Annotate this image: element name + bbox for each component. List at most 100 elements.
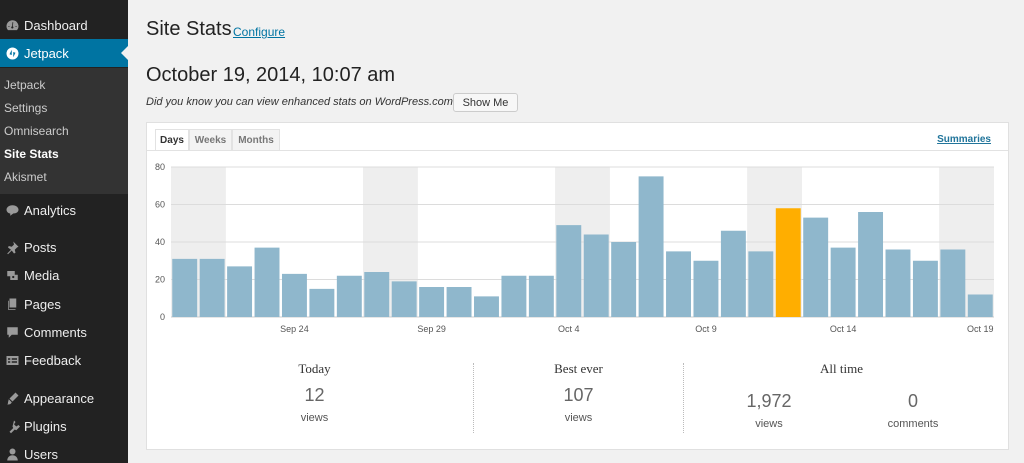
submenu-settings[interactable]: Settings: [4, 101, 47, 115]
menu-feedback[interactable]: Feedback: [0, 346, 128, 374]
submenu-jetpack[interactable]: Jetpack: [4, 78, 45, 92]
chart-bar: [528, 275, 554, 317]
today-label: Today: [298, 361, 331, 376]
menu-analytics[interactable]: Analytics: [0, 196, 128, 224]
analytics-icon: [0, 203, 24, 218]
chart-bar: [940, 249, 966, 317]
all-time-comments: 0 comments: [858, 383, 968, 430]
menu-users[interactable]: Users: [0, 440, 128, 463]
summary-best: Best ever 107 views: [511, 361, 646, 424]
submenu-site-stats[interactable]: Site Stats: [4, 147, 59, 161]
chart-bar: [199, 258, 225, 317]
x-tick-label: Oct 14: [830, 324, 857, 334]
x-tick-label: Sep 29: [417, 324, 446, 334]
chart-bar: [556, 225, 582, 317]
menu-label: Feedback: [24, 352, 82, 368]
date-heading: October 19, 2014, 10:07 am: [146, 64, 396, 86]
chart-bar: [281, 273, 307, 317]
menu-label: Plugins: [24, 418, 67, 434]
chart-bar: [419, 287, 445, 317]
chart-bar: [858, 212, 884, 317]
menu-media[interactable]: Media: [0, 261, 128, 289]
x-tick-label: Oct 4: [558, 324, 580, 334]
summary-all-time: All time: [774, 361, 909, 377]
all-time-views: 1,972 views: [714, 383, 824, 430]
show-me-button[interactable]: Show Me: [453, 93, 518, 112]
chart-bar: [666, 251, 691, 317]
dashboard-icon: [0, 18, 24, 33]
jetpack-submenu: Jetpack Settings Omnisearch Site Stats A…: [0, 68, 128, 194]
views-chart: 0 20 40 60 80 Sep 24 Sep 29 Oct 4 Oct 9 Oct 14 Oct…: [155, 162, 994, 334]
menu-dashboard[interactable]: Dashboard: [0, 11, 128, 39]
active-indicator: [121, 46, 128, 60]
chart-bar: [611, 242, 637, 317]
y-tick-label: 20: [155, 275, 165, 285]
chart-bar: [391, 281, 417, 317]
chart-bar: [227, 266, 253, 317]
chart-bar: [474, 296, 499, 317]
best-label: Best ever: [554, 361, 603, 376]
y-tick-label: 60: [155, 200, 165, 210]
menu-label: Appearance: [24, 390, 95, 406]
best-value: 107: [563, 385, 594, 405]
tab-days[interactable]: Days: [155, 129, 189, 151]
all-time-label: All time: [820, 361, 863, 376]
menu-posts[interactable]: Posts: [0, 233, 128, 261]
menu-label: Dashboard: [24, 17, 88, 33]
menu-label: Comments: [24, 324, 87, 340]
summaries-link[interactable]: Summaries: [937, 134, 991, 145]
promo-text: Did you know you can view enhanced stats…: [146, 96, 460, 108]
y-tick-label: 40: [155, 237, 165, 247]
today-unit: views: [300, 412, 329, 424]
tab-weeks[interactable]: Weeks: [189, 129, 232, 151]
chart-bar: [172, 258, 198, 317]
chart-bar: [803, 217, 829, 317]
menu-appearance[interactable]: Appearance: [0, 384, 128, 412]
all-time-comments-value: 0: [907, 391, 918, 411]
menu-label: Users: [24, 446, 58, 462]
menu-label: Posts: [24, 239, 57, 255]
summary-today: Today 12 views: [247, 361, 382, 424]
admin-sidebar: Dashboard Jetpack Jetpack Settings Omnis…: [0, 0, 128, 463]
chart-bar: [638, 176, 664, 317]
feedback-icon: [0, 353, 24, 368]
chart-bar: [912, 260, 938, 317]
menu-label: Analytics: [24, 202, 77, 218]
menu-pages[interactable]: Pages: [0, 290, 128, 318]
menu-label: Media: [24, 267, 60, 283]
chart-bar: [501, 275, 527, 317]
all-time-views-value: 1,972: [746, 391, 792, 411]
submenu-omnisearch[interactable]: Omnisearch: [4, 124, 69, 138]
chart-bar: [967, 294, 993, 317]
menu-plugins[interactable]: Plugins: [0, 412, 128, 440]
summary-divider: [683, 363, 684, 433]
chart-bar: [830, 247, 856, 317]
configure-link[interactable]: Configure: [233, 25, 285, 39]
chart-bar-highlight: [775, 208, 801, 317]
comments-icon: [0, 325, 24, 340]
tab-months[interactable]: Months: [232, 129, 280, 151]
x-tick-label: Sep 24: [280, 324, 309, 334]
stats-panel: Days Weeks Months Summaries 0 20 40 60 80 Sep…: [146, 122, 1009, 450]
chart-bar: [885, 249, 911, 317]
pin-icon: [0, 240, 24, 255]
chart-bar: [720, 230, 746, 317]
submenu-akismet[interactable]: Akismet: [4, 170, 47, 184]
appearance-icon: [0, 391, 24, 406]
menu-comments[interactable]: Comments: [0, 318, 128, 346]
menu-label: Pages: [24, 296, 61, 312]
menu-label: Jetpack: [24, 45, 69, 61]
chart-bar: [748, 251, 774, 317]
plugins-icon: [0, 419, 24, 434]
users-icon: [0, 447, 24, 462]
media-icon: [0, 268, 24, 283]
chart-bar: [446, 287, 472, 317]
best-unit: views: [564, 412, 593, 424]
chart-bar: [693, 260, 719, 317]
pages-icon: [0, 297, 24, 312]
all-time-comments-unit: comments: [887, 418, 939, 430]
menu-jetpack[interactable]: Jetpack: [0, 39, 128, 67]
y-tick-label: 80: [155, 162, 165, 172]
y-tick-label: 0: [160, 312, 165, 322]
x-tick-label: Oct 9: [695, 324, 717, 334]
